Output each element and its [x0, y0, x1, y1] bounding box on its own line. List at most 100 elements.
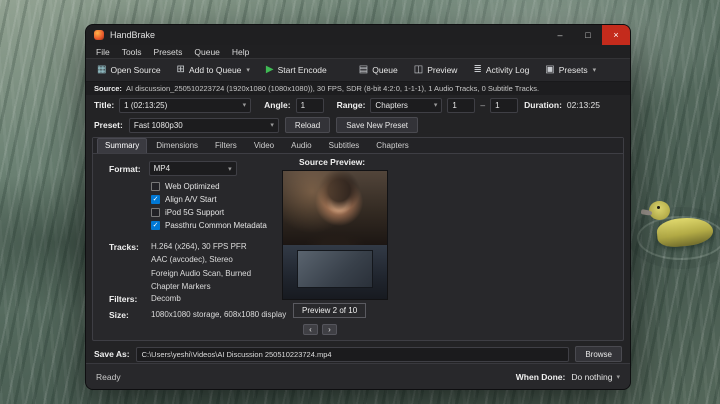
format-row: Format: MP4 ▾: [109, 161, 237, 176]
range-start-value: 1: [452, 101, 456, 110]
chevron-down-icon: ▾: [434, 101, 438, 109]
summary-tab-content: Format: MP4 ▾ Web Optimized ✓ Align A/V …: [93, 154, 623, 340]
tab-bar: Summary Dimensions Filters Video Audio S…: [93, 138, 623, 154]
film-source-icon: ▦: [97, 65, 106, 75]
preset-select[interactable]: Fast 1080p30 ▾: [129, 118, 279, 133]
source-preview-label: Source Preview:: [299, 157, 365, 167]
track-line: H.264 (x264), 30 FPS PFR: [151, 242, 251, 253]
queue-button[interactable]: ▤ Queue: [352, 62, 405, 78]
when-done-value: Do nothing: [571, 372, 612, 382]
checkbox-box[interactable]: ✓: [151, 221, 160, 230]
size-label: Size:: [109, 310, 151, 321]
format-select[interactable]: MP4 ▾: [149, 161, 237, 176]
track-line: Chapter Markers: [151, 282, 251, 293]
range-start-stepper[interactable]: 1: [447, 98, 475, 113]
duck-eye: [657, 206, 660, 209]
preview-screen-region: [283, 245, 387, 299]
activity-log-label: Activity Log: [486, 65, 529, 75]
chevron-down-icon[interactable]: ▾: [246, 66, 250, 74]
checkbox-passthru-common-metadata[interactable]: ✓ Passthru Common Metadata: [151, 221, 267, 230]
duck-beak: [641, 209, 653, 216]
tab-subtitles[interactable]: Subtitles: [321, 138, 368, 153]
format-label: Format:: [109, 164, 141, 174]
menu-tools[interactable]: Tools: [116, 47, 148, 57]
checkbox-web-optimized[interactable]: Web Optimized: [151, 182, 267, 191]
presets-label: Presets: [559, 65, 588, 75]
filters-value: Decomb: [151, 294, 181, 305]
minimize-button[interactable]: –: [546, 25, 574, 45]
when-done-select[interactable]: Do nothing ▾: [571, 372, 620, 382]
preview-prev-button[interactable]: ‹: [303, 324, 318, 335]
presets-button[interactable]: ▣ Presets ▾: [538, 62, 603, 78]
save-new-preset-button[interactable]: Save New Preset: [336, 117, 418, 133]
menubar: File Tools Presets Queue Help: [86, 45, 630, 58]
chevron-down-icon: ▾: [228, 165, 232, 173]
preset-row: Preset: Fast 1080p30 ▾ Reload Save New P…: [86, 115, 630, 135]
add-to-queue-button[interactable]: ⊞ Add to Queue ▾: [170, 62, 257, 78]
checkbox-align-av-start[interactable]: ✓ Align A/V Start: [151, 195, 267, 204]
handbrake-window: HandBrake – □ × File Tools Presets Queue…: [85, 24, 631, 390]
tab-filters[interactable]: Filters: [207, 138, 245, 153]
range-type-select[interactable]: Chapters ▾: [370, 98, 442, 113]
maximize-button[interactable]: □: [574, 25, 602, 45]
checkbox-box[interactable]: ✓: [151, 195, 160, 204]
preview-label: Preview: [427, 65, 457, 75]
main-panel: Summary Dimensions Filters Video Audio S…: [92, 137, 624, 341]
checkbox-label: Web Optimized: [165, 182, 220, 191]
preview-next-button[interactable]: ›: [322, 324, 337, 335]
save-as-path-input[interactable]: [136, 347, 570, 362]
menu-file[interactable]: File: [90, 47, 116, 57]
menu-presets[interactable]: Presets: [148, 47, 189, 57]
tab-chapters[interactable]: Chapters: [368, 138, 416, 153]
tracks-values: H.264 (x264), 30 FPS PFR AAC (avcodec), …: [151, 242, 251, 293]
open-source-button[interactable]: ▦ Open Source: [90, 62, 168, 78]
window-controls: – □ ×: [546, 25, 630, 45]
titlebar[interactable]: HandBrake – □ ×: [86, 25, 630, 45]
start-encode-button[interactable]: ▶ Start Encode: [259, 62, 334, 78]
format-select-value: MP4: [154, 164, 170, 173]
format-options: Web Optimized ✓ Align A/V Start iPod 5G …: [151, 182, 267, 230]
chevron-down-icon: ▾: [243, 101, 247, 109]
angle-stepper[interactable]: 1: [296, 98, 324, 113]
menu-queue[interactable]: Queue: [188, 47, 226, 57]
start-encode-label: Start Encode: [278, 65, 327, 75]
queue-list-icon: ▤: [359, 65, 368, 75]
tab-dimensions[interactable]: Dimensions: [148, 138, 206, 153]
preview-window-icon: ◫: [414, 65, 423, 75]
browse-button[interactable]: Browse: [575, 346, 622, 362]
preview-button[interactable]: ◫ Preview: [407, 62, 465, 78]
duck: [645, 198, 719, 264]
tab-audio[interactable]: Audio: [283, 138, 319, 153]
checkbox-label: Align A/V Start: [165, 195, 217, 204]
checkbox-box[interactable]: [151, 182, 160, 191]
chevron-down-icon[interactable]: ▾: [593, 66, 597, 74]
tab-summary[interactable]: Summary: [97, 138, 147, 153]
size-value: 1080x1080 storage, 608x1080 display: [151, 310, 286, 321]
add-to-queue-icon: ⊞: [177, 65, 185, 75]
save-as-label: Save As:: [94, 349, 130, 359]
close-button[interactable]: ×: [602, 25, 630, 45]
reload-button[interactable]: Reload: [285, 117, 330, 133]
source-label: Source:: [94, 84, 122, 93]
range-end-value: 1: [495, 101, 499, 110]
checkbox-box[interactable]: [151, 208, 160, 217]
range-end-stepper[interactable]: 1: [490, 98, 518, 113]
toolbar: ▦ Open Source ⊞ Add to Queue ▾ ▶ Start E…: [86, 58, 630, 82]
preview-status-badge: Preview 2 of 10: [293, 303, 366, 318]
title-label: Title:: [94, 100, 114, 110]
filters-label: Filters:: [109, 294, 151, 305]
chevron-down-icon: ▾: [270, 121, 274, 129]
activity-log-button[interactable]: ≣ Activity Log: [466, 62, 536, 78]
menu-help[interactable]: Help: [226, 47, 255, 57]
checkbox-label: Passthru Common Metadata: [165, 221, 267, 230]
range-separator: –: [480, 100, 485, 110]
filters-info: Filters: Decomb: [109, 294, 181, 305]
track-line: AAC (avcodec), Stereo: [151, 255, 251, 266]
save-as-row: Save As: Browse: [86, 345, 630, 363]
queue-label: Queue: [372, 65, 398, 75]
when-done-label: When Done:: [516, 372, 566, 382]
when-done: When Done: Do nothing ▾: [516, 372, 620, 382]
tab-video[interactable]: Video: [246, 138, 282, 153]
checkbox-ipod-5g-support[interactable]: iPod 5G Support: [151, 208, 267, 217]
title-select[interactable]: 1 (02:13:25) ▾: [119, 98, 251, 113]
